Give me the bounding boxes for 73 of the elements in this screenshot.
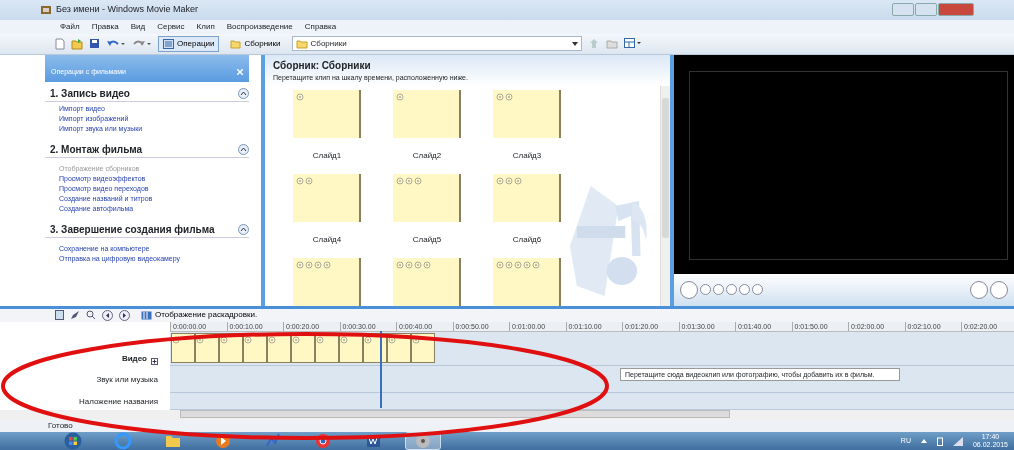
horizontal-scrollbar[interactable] — [180, 410, 730, 419]
film-icon — [40, 3, 52, 16]
collapse-icon[interactable] — [238, 87, 249, 99]
expand-icon[interactable] — [151, 358, 158, 366]
play-icon[interactable] — [119, 309, 130, 321]
storyboard-icon — [141, 310, 152, 320]
browser-icon — [114, 432, 132, 450]
scrollbar[interactable] — [660, 86, 670, 306]
split-button[interactable] — [970, 280, 988, 299]
slide-thumbnail[interactable] — [293, 258, 361, 306]
clip-label: Слайд3 — [512, 150, 542, 163]
section-heading: 2. Монтаж фильма — [50, 142, 143, 157]
storyboard-icon[interactable] — [55, 310, 64, 321]
folder-icon — [295, 38, 308, 49]
collections-button[interactable]: Сборники — [225, 35, 286, 52]
new-file-icon[interactable] — [55, 37, 65, 50]
previous-frame-button[interactable] — [726, 284, 737, 296]
menu-item[interactable]: Клип — [196, 20, 215, 33]
slide-thumbnail[interactable] — [493, 90, 561, 139]
zoom-in-icon[interactable] — [86, 310, 96, 321]
menu-item[interactable]: Воспроизведение — [226, 20, 293, 33]
menu-item[interactable]: Вид — [130, 20, 146, 33]
section-heading: 1. Запись видео — [50, 86, 130, 101]
forward-button[interactable] — [752, 284, 763, 296]
signal-icon[interactable] — [952, 436, 963, 446]
clip-label: Слайд6 — [512, 234, 542, 247]
slide-thumbnail[interactable] — [293, 174, 361, 223]
play-button[interactable] — [680, 280, 698, 299]
slide-thumbnail[interactable] — [393, 90, 461, 139]
menu-item[interactable]: Сервис — [157, 20, 185, 33]
collection-title: Сборник: Сборники — [273, 58, 372, 73]
clip-label: Слайд4 — [312, 234, 342, 247]
track-label: Звук или музыка — [96, 373, 158, 386]
clip-label: Слайд5 — [412, 234, 442, 247]
list-icon — [163, 38, 174, 49]
slide-thumbnail[interactable] — [493, 258, 561, 306]
pen-icon[interactable] — [70, 310, 80, 321]
taskbar-button[interactable] — [405, 432, 441, 450]
caret-icon — [571, 41, 578, 46]
tasks-button[interactable]: Операции — [158, 35, 220, 52]
windows-logo-icon — [64, 432, 82, 450]
stop-button[interactable] — [700, 284, 711, 296]
menu-item[interactable]: Правка — [91, 20, 119, 33]
close-icon — [237, 69, 243, 76]
menu-item[interactable]: Файл — [60, 20, 80, 33]
view-icon[interactable] — [623, 38, 642, 50]
next-frame-button[interactable] — [739, 284, 750, 296]
chrome-icon — [314, 432, 332, 450]
rewind-icon[interactable] — [102, 309, 113, 321]
track-label: Наложение названия — [79, 395, 158, 408]
open-folder-icon[interactable] — [71, 37, 83, 50]
snapshot-button[interactable] — [990, 280, 1008, 299]
battery-icon[interactable] — [936, 436, 943, 446]
section-heading: 3. Завершение создания фильма — [50, 222, 215, 237]
status-text: Готово — [0, 420, 1014, 432]
window-title: Без имени - Windows Movie Maker — [56, 3, 199, 17]
clip-label: Слайд2 — [412, 150, 442, 163]
track-label: Видео — [121, 353, 147, 366]
clip-label: Слайд1 — [312, 150, 342, 163]
slide-thumbnail[interactable] — [393, 258, 461, 306]
collection-dropdown[interactable]: Сборники — [291, 36, 582, 52]
collapse-icon[interactable] — [238, 143, 249, 155]
close-button[interactable] — [938, 3, 974, 17]
caret-up-icon[interactable] — [920, 439, 927, 443]
collapse-icon[interactable] — [238, 223, 249, 235]
close-button[interactable] — [237, 67, 243, 78]
menu-item[interactable]: Справка — [304, 20, 337, 33]
folder-icon — [230, 38, 242, 49]
save-icon[interactable] — [89, 38, 100, 50]
slide-thumbnail[interactable] — [293, 90, 361, 139]
slide-thumbnail[interactable] — [493, 174, 561, 223]
slide-thumbnail[interactable] — [393, 174, 461, 223]
rewind-button[interactable] — [713, 284, 724, 296]
